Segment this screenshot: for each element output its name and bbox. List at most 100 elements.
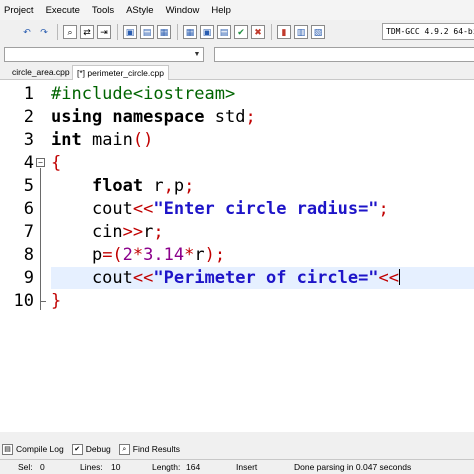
redo-icon[interactable]: ↷ xyxy=(37,25,51,39)
status-sel-value: 0 xyxy=(40,462,45,472)
menu-tools[interactable]: Tools xyxy=(92,5,114,16)
toolbar-separator xyxy=(177,24,178,40)
tab-debug[interactable]: ✔ Debug xyxy=(71,443,111,455)
fold-collapse-icon[interactable]: − xyxy=(36,158,45,167)
tab-compile-log-label: Compile Log xyxy=(16,444,64,454)
code-token: ; xyxy=(245,107,256,127)
code-token: ); xyxy=(204,245,226,265)
code-token: << xyxy=(132,268,154,288)
run-icon[interactable]: ▣ xyxy=(200,25,214,39)
check-syntax-icon[interactable]: ✔ xyxy=(234,25,248,39)
code-token: ; xyxy=(184,176,195,196)
code-token: * xyxy=(132,245,144,265)
code-token: ; xyxy=(153,222,164,242)
class-scope-select[interactable]: ▼ xyxy=(4,47,204,62)
goto-icon[interactable]: ⇥ xyxy=(97,25,111,39)
scope-toolbar: ▼ xyxy=(0,44,474,64)
code-token: , xyxy=(163,176,174,196)
debug-icon: ✔ xyxy=(71,443,83,455)
toolbar-separator xyxy=(271,24,272,40)
menu-execute[interactable]: Execute xyxy=(46,5,80,16)
project-options-icon[interactable]: ▤ xyxy=(140,25,154,39)
code-token: "Perimeter of circle=" xyxy=(153,268,379,288)
find-icon[interactable]: ⌕ xyxy=(63,25,77,39)
code-token: r xyxy=(143,176,164,196)
tab-perimeter-circle[interactable]: [*] perimeter_circle.cpp xyxy=(72,65,169,80)
code-token: cout xyxy=(51,268,133,288)
code-token: #include<iostream> xyxy=(51,84,236,104)
code-line[interactable]: using namespace std; xyxy=(51,106,474,128)
tab-find-results[interactable]: ⌕ Find Results xyxy=(118,443,181,455)
replace-icon[interactable]: ⇄ xyxy=(80,25,94,39)
line-number: 4 xyxy=(23,153,34,173)
status-sel-label: Sel: xyxy=(18,462,33,472)
compiler-select[interactable]: TDM-GCC 4.9.2 64-bit xyxy=(382,23,474,40)
code-line[interactable]: float r,p; xyxy=(51,175,474,197)
code-token: main xyxy=(81,130,133,150)
code-token: int xyxy=(51,130,82,150)
debug-run-icon[interactable]: ▧ xyxy=(311,25,325,39)
line-number: 7 xyxy=(23,222,34,242)
code-token: >> xyxy=(122,222,144,242)
code-token: 3.14 xyxy=(143,245,185,265)
code-line[interactable]: #include<iostream> xyxy=(51,83,474,105)
toolbar-separator xyxy=(57,24,58,40)
toolbar-separator xyxy=(117,24,118,40)
file-tabs: circle_area.cpp [*] perimeter_circle.cpp xyxy=(0,64,474,80)
status-lines-value: 10 xyxy=(111,462,121,472)
line-number: 9 xyxy=(23,268,34,288)
line-number: 1 xyxy=(23,84,34,104)
new-project-icon[interactable]: ▣ xyxy=(123,25,137,39)
compile-icon[interactable]: ▦ xyxy=(183,25,197,39)
line-number: 2 xyxy=(23,107,34,127)
stop-icon[interactable]: ✖ xyxy=(251,25,265,39)
code-token: float xyxy=(91,176,144,196)
fold-end-marker xyxy=(40,301,46,302)
tab-circle-area[interactable]: circle_area.cpp xyxy=(8,65,74,80)
code-line[interactable]: { xyxy=(51,152,474,174)
code-line[interactable]: int main() xyxy=(51,129,474,151)
menu-window[interactable]: Window xyxy=(166,5,200,16)
undo-icon[interactable]: ↶ xyxy=(20,25,34,39)
code-token: "Enter circle radius=" xyxy=(153,199,379,219)
line-number: 6 xyxy=(23,199,34,219)
line-number-gutter: 1 2 3 4 5 6 7 8 9 10 − xyxy=(0,80,48,432)
code-line[interactable]: p=(2*3.14*r); xyxy=(51,244,474,266)
code-token: * xyxy=(184,245,195,265)
profile-icon[interactable]: ▮ xyxy=(277,25,291,39)
horizontal-scrollbar[interactable] xyxy=(0,432,474,440)
line-number: 8 xyxy=(23,245,34,265)
menu-astyle[interactable]: AStyle xyxy=(126,5,153,16)
status-length-label: Length: xyxy=(152,462,181,472)
status-length-value: 164 xyxy=(186,462,201,472)
code-line[interactable]: cin>>r; xyxy=(51,221,474,243)
status-mode: Insert xyxy=(236,462,258,472)
code-token: using namespace xyxy=(51,107,205,127)
compile-log-icon: ▤ xyxy=(2,443,13,455)
menu-project[interactable]: Project xyxy=(4,5,34,16)
code-line[interactable]: } xyxy=(51,290,474,312)
tab-compile-log[interactable]: ▤ Compile Log xyxy=(2,443,64,455)
compile-run-icon[interactable]: ▤ xyxy=(217,25,231,39)
code-line[interactable]: cout<<"Perimeter of circle="<< xyxy=(51,267,474,289)
class-browser-icon[interactable]: ▦ xyxy=(157,25,171,39)
code-token: } xyxy=(51,291,62,311)
code-line[interactable]: cout<<"Enter circle radius="; xyxy=(51,198,474,220)
chart-icon[interactable]: ▥ xyxy=(294,25,308,39)
line-number: 5 xyxy=(23,176,34,196)
code-token: r xyxy=(143,222,154,242)
tab-find-results-label: Find Results xyxy=(132,444,181,454)
code-token: p xyxy=(51,245,103,265)
tab-debug-label: Debug xyxy=(85,444,111,454)
fold-guide-line xyxy=(40,168,41,310)
status-lines-label: Lines: xyxy=(80,462,103,472)
member-scope-select[interactable] xyxy=(214,47,474,62)
bottom-panel-tabs: ▤ Compile Log ✔ Debug ⌕ Find Results xyxy=(0,440,474,458)
menu-help[interactable]: Help xyxy=(211,5,231,16)
code-editor[interactable]: 1 2 3 4 5 6 7 8 9 10− #include<iostream> using nam… xyxy=(0,80,474,432)
code-token: cin xyxy=(51,222,123,242)
code-token: << xyxy=(378,268,400,288)
code-token: ; xyxy=(378,199,389,219)
code-token: =( xyxy=(102,245,123,265)
